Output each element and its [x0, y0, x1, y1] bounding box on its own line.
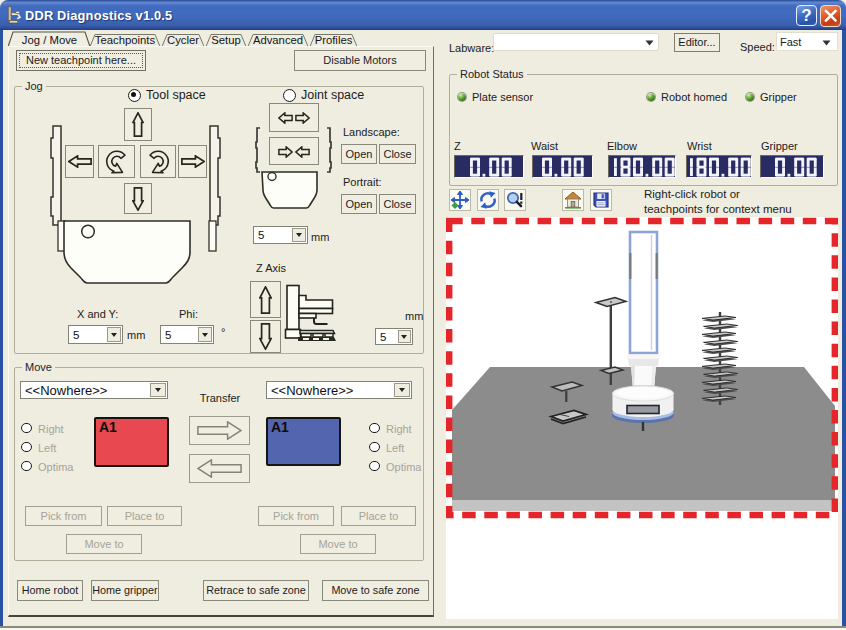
- svg-text:Profiles: Profiles: [315, 34, 353, 46]
- svg-text:Setup: Setup: [211, 34, 241, 46]
- svg-text:Cycler: Cycler: [167, 34, 199, 46]
- svg-text:Teachpoints: Teachpoints: [95, 34, 156, 46]
- svg-text:Jog / Move: Jog / Move: [22, 34, 77, 46]
- svg-text:Advanced: Advanced: [253, 34, 303, 46]
